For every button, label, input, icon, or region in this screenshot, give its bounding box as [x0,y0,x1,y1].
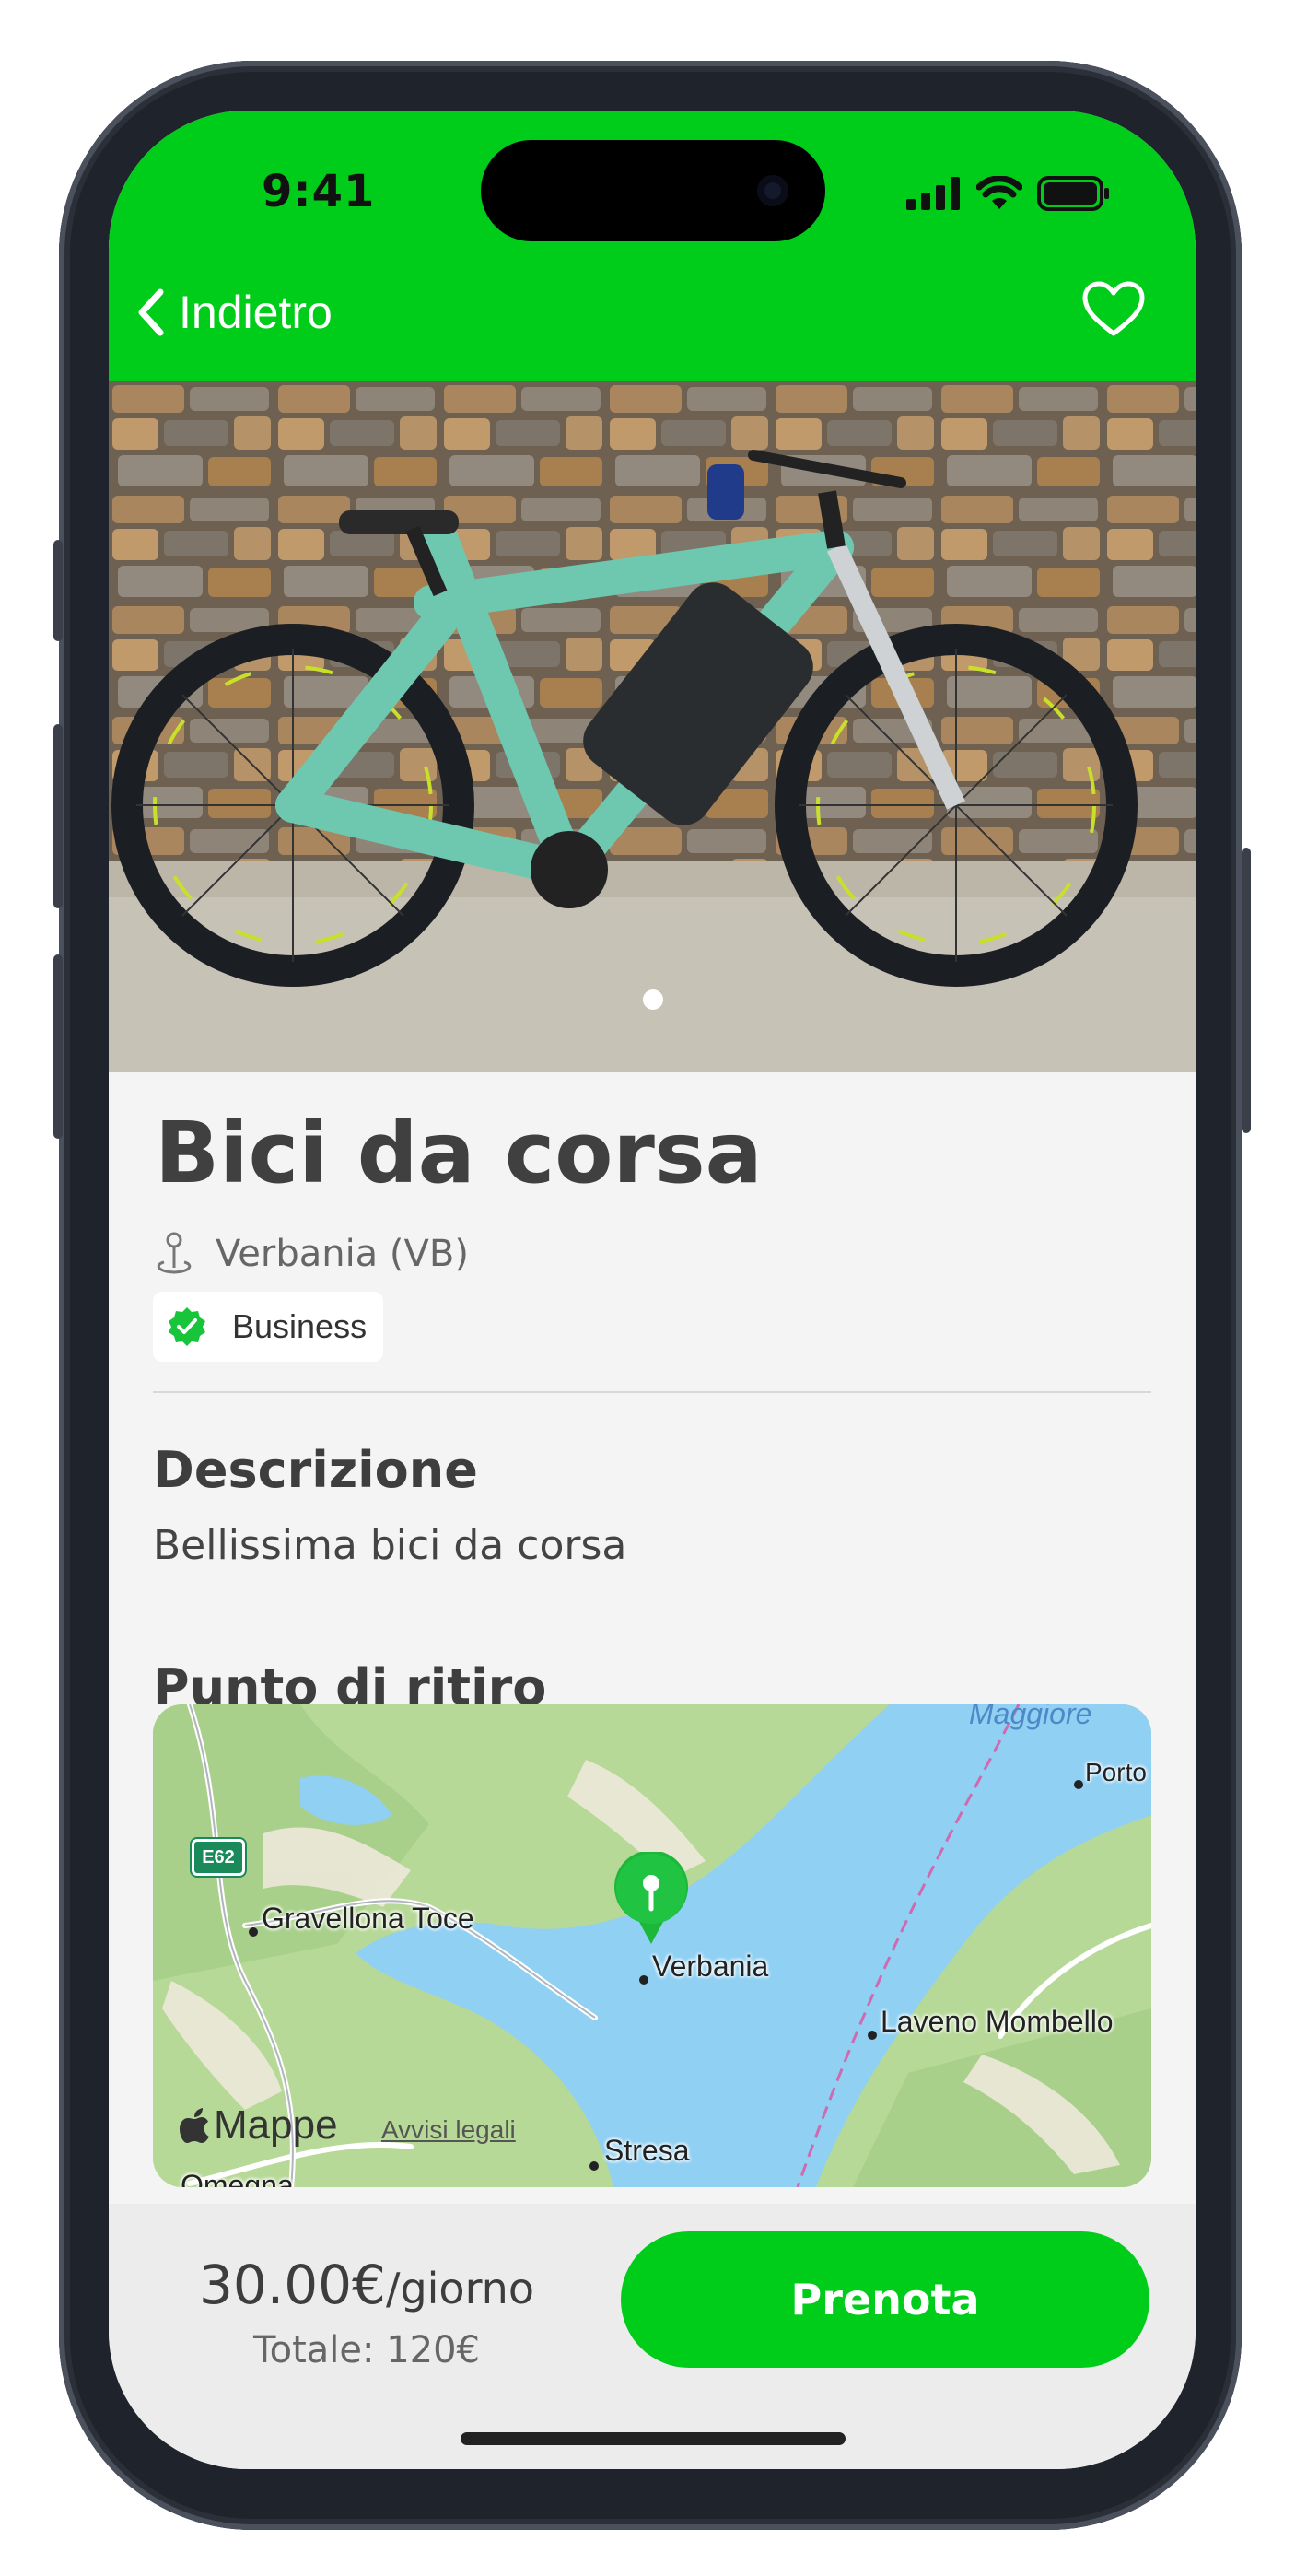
total-price: Totale: 120€ [252,2329,480,2371]
battery-icon [1037,176,1109,211]
apple-maps-attribution: Mappe [179,2102,338,2149]
product-photo[interactable] [109,381,1196,1072]
listing-title: Bici da corsa [155,1104,763,1202]
gallery-indicator-dot[interactable] [643,989,663,1010]
price: 30.00€/giorno [109,2254,624,2316]
section-divider [153,1391,1151,1393]
town-dot [589,2161,599,2171]
town-dot [868,2031,877,2040]
location-text: Verbania (VB) [216,1233,469,1275]
side-button-power [1242,848,1251,1133]
map-label-gravellona: Gravellona Toce [262,1902,474,1935]
camera-icon [757,175,788,206]
side-button-action [53,540,63,641]
listing-location: Verbania (VB) [153,1231,469,1277]
side-button-volume-down [53,954,63,1139]
book-button[interactable]: Prenota [621,2231,1149,2368]
map-label-lake: Maggiore [969,1704,1092,1730]
back-label: Indietro [179,287,333,338]
road-shield-e62: E62 [192,1839,245,1876]
bike-image [109,381,1196,1072]
map-label-laveno: Laveno Mombello [881,2005,1114,2038]
map-label-porto: Porto [1085,1758,1147,1786]
map-pin-icon[interactable] [612,1852,691,1948]
town-dot [639,1975,648,1985]
business-badge: Business [153,1292,384,1362]
wifi-icon [976,176,1022,209]
status-time: 9:41 [262,166,376,217]
header: 9:41 Indietro [109,111,1196,381]
map-label-verbania: Verbania [652,1950,769,1983]
price-unit: /giorno [385,2264,534,2313]
location-pin-icon [157,1232,192,1274]
chevron-left-icon [138,288,164,336]
legal-notice-link[interactable]: Avvisi legali [381,2115,516,2145]
pickup-map[interactable]: Maggiore Porto E62 Gravellona Toce Verba… [153,1704,1151,2187]
home-indicator[interactable] [461,2432,846,2445]
map-label-stresa: Stresa [604,2134,690,2167]
price-value: 30.00€ [199,2254,386,2316]
apple-logo-icon [180,2108,209,2143]
verified-check-icon [169,1307,205,1346]
town-dot [249,1927,258,1937]
back-button[interactable]: Indietro [133,286,333,339]
signal-icon [906,177,960,210]
map-label-omegna: Omegna [181,2169,294,2187]
description-text: Bellissima bici da corsa [153,1522,627,1569]
description-heading: Descrizione [153,1441,478,1499]
status-icons [906,175,1111,212]
town-dot [1074,1780,1083,1789]
screen: 9:41 Indietro Bici da corsa Verbania (VB… [109,111,1196,2469]
side-button-volume-up [53,724,63,908]
dynamic-island [481,140,825,241]
heart-outline-icon[interactable] [1081,280,1146,337]
booking-bar: 30.00€/giorno Totale: 120€ Prenota [109,2204,1196,2469]
badge-label: Business [232,1307,368,1345]
maps-brand: Mappe [214,2102,338,2148]
